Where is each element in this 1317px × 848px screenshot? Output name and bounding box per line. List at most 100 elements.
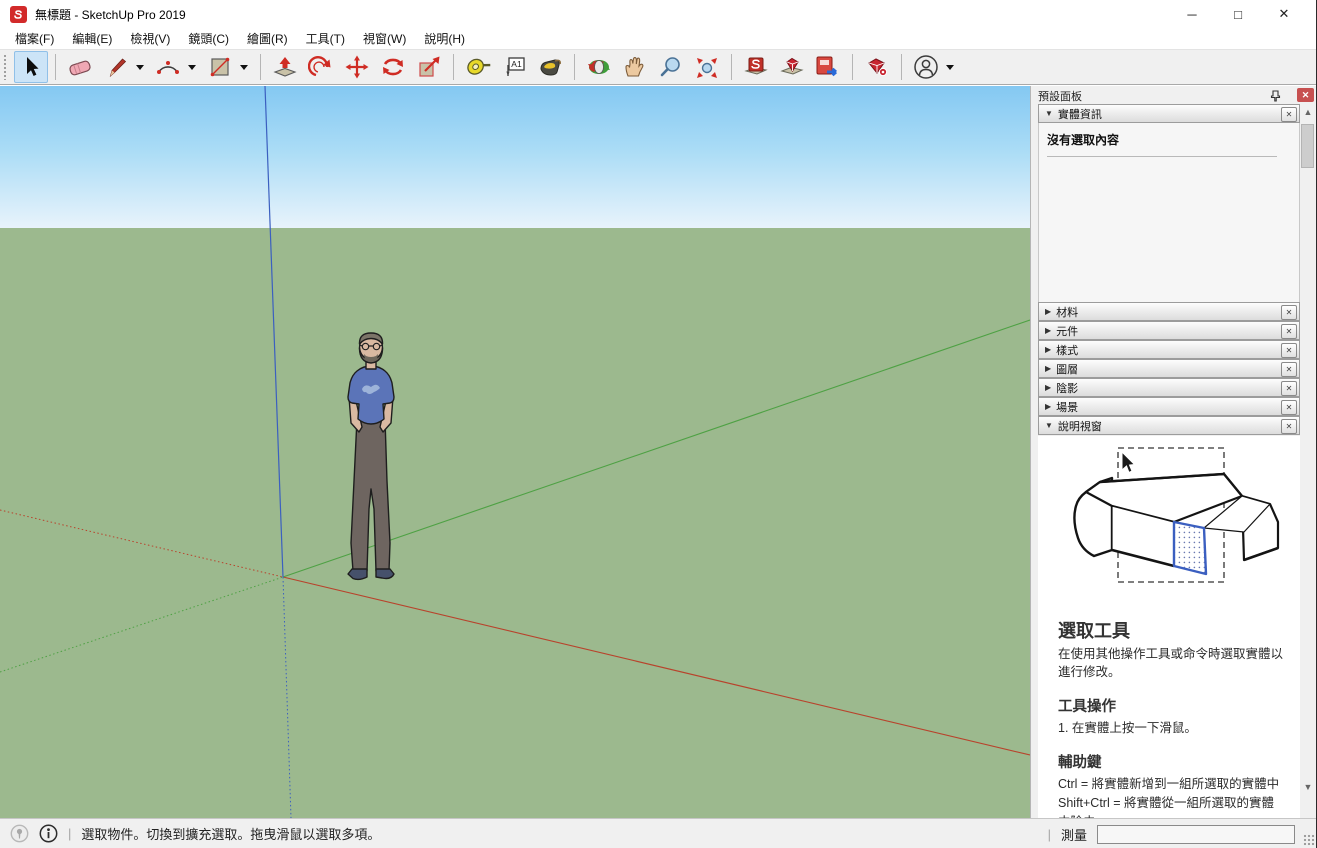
- section-close-button[interactable]: ✕: [1281, 324, 1297, 339]
- menu-file[interactable]: 檔案(F): [6, 28, 63, 49]
- arc-tool-button[interactable]: [151, 51, 185, 83]
- minimize-button[interactable]: ─: [1169, 0, 1215, 28]
- status-separator: |: [68, 826, 71, 841]
- expand-arrow-icon: ▶: [1045, 326, 1051, 335]
- section-close-button[interactable]: ✕: [1281, 381, 1297, 396]
- toolbar-drag-handle[interactable]: [3, 54, 8, 80]
- offset-tool-button[interactable]: [304, 51, 338, 83]
- move-tool-button[interactable]: [340, 51, 374, 83]
- section-close-button[interactable]: ✕: [1281, 305, 1297, 320]
- scale-tool-button[interactable]: [412, 51, 446, 83]
- collapse-arrow-icon: ▼: [1045, 109, 1053, 118]
- menu-draw[interactable]: 繪圖(R): [238, 28, 297, 49]
- push-pull-icon: [272, 55, 298, 79]
- selected-face: [1174, 522, 1206, 574]
- scale-figure-person: [348, 333, 394, 579]
- section-close-button[interactable]: ✕: [1281, 107, 1297, 122]
- eraser-tool-button[interactable]: [63, 51, 97, 83]
- select-tool-illustration: [1038, 436, 1300, 604]
- sketchup-window: 無標題 - SketchUp Pro 2019 ─ □ ✕ 檔案(F) 編輯(E…: [0, 0, 1317, 848]
- getting-started-toolbar: A1: [0, 49, 1317, 85]
- expand-arrow-icon: ▶: [1045, 345, 1051, 354]
- divider: [1047, 156, 1277, 157]
- share-model-button[interactable]: [811, 51, 845, 83]
- menu-camera[interactable]: 鏡頭(C): [179, 28, 238, 49]
- line-dropdown-arrow[interactable]: [136, 65, 144, 70]
- 3d-warehouse-icon: [743, 55, 769, 79]
- section-close-button[interactable]: ✕: [1281, 419, 1297, 434]
- tape-measure-tool-button[interactable]: [461, 51, 495, 83]
- rectangle-tool-button[interactable]: [203, 51, 237, 83]
- arc-icon: [155, 55, 181, 79]
- section-label: 實體資訊: [1058, 106, 1102, 122]
- paint-bucket-tool-button[interactable]: [533, 51, 567, 83]
- section-materials-header[interactable]: ▶ 材料 ✕: [1038, 302, 1300, 321]
- instructor-modifier-line-1: Ctrl = 將實體新增到一組所選取的實體中: [1058, 775, 1286, 794]
- expand-arrow-icon: ▶: [1045, 383, 1051, 392]
- geolocation-icon[interactable]: [10, 824, 29, 843]
- menu-view[interactable]: 檢視(V): [121, 28, 179, 49]
- no-selection-message: 沒有選取內容: [1039, 123, 1299, 148]
- rotate-tool-button[interactable]: [376, 51, 410, 83]
- text-tool-button[interactable]: A1: [497, 51, 531, 83]
- pan-tool-button[interactable]: [618, 51, 652, 83]
- menu-edit[interactable]: 編輯(E): [63, 28, 121, 49]
- section-shadows-header[interactable]: ▶ 陰影 ✕: [1038, 378, 1300, 397]
- default-tray-panel: 預設面板 ✕ ▼ 實體資訊 ✕ 沒有選取內容 ▶ 材料 ✕ ▶ 元件 ✕ ▶ 樣…: [1030, 86, 1317, 818]
- section-close-button[interactable]: ✕: [1281, 343, 1297, 358]
- collapse-arrow-icon: ▼: [1045, 421, 1053, 430]
- credits-info-icon[interactable]: [39, 824, 58, 843]
- scroll-up-arrow-icon[interactable]: ▲: [1300, 104, 1316, 120]
- extension-warehouse-icon: [779, 55, 805, 79]
- window-title: 無標題 - SketchUp Pro 2019: [35, 6, 186, 23]
- section-label: 陰影: [1056, 380, 1078, 396]
- sign-in-button[interactable]: [909, 51, 943, 83]
- sign-in-dropdown-arrow[interactable]: [946, 65, 954, 70]
- maximize-button[interactable]: □: [1215, 0, 1261, 28]
- section-label: 說明視窗: [1058, 418, 1102, 434]
- resize-grip[interactable]: [1303, 834, 1315, 846]
- scroll-down-arrow-icon[interactable]: ▼: [1300, 779, 1316, 795]
- section-instructor-header[interactable]: ▼ 說明視窗 ✕: [1038, 416, 1300, 435]
- zoom-tool-button[interactable]: [654, 51, 688, 83]
- expand-arrow-icon: ▶: [1045, 307, 1051, 316]
- rectangle-dropdown-arrow[interactable]: [240, 65, 248, 70]
- select-tool-button[interactable]: [14, 51, 48, 83]
- menu-help[interactable]: 說明(H): [415, 28, 474, 49]
- modeling-viewport[interactable]: [0, 86, 1030, 818]
- scrollbar-thumb[interactable]: [1301, 124, 1314, 168]
- tray-close-button[interactable]: ✕: [1297, 88, 1314, 102]
- instructor-modifier-heading: 輔助鍵: [1058, 751, 1286, 772]
- section-close-button[interactable]: ✕: [1281, 362, 1297, 377]
- 3d-warehouse-button[interactable]: [739, 51, 773, 83]
- tray-title: 預設面板: [1038, 88, 1082, 104]
- measurements-input[interactable]: [1097, 825, 1295, 844]
- panel-scrollbar[interactable]: ▲ ▼: [1300, 104, 1316, 817]
- expand-arrow-icon: ▶: [1045, 364, 1051, 373]
- menu-tools[interactable]: 工具(T): [297, 28, 354, 49]
- section-close-button[interactable]: ✕: [1281, 400, 1297, 415]
- green-axis-solid: [283, 320, 1030, 577]
- line-tool-button[interactable]: [99, 51, 133, 83]
- push-pull-tool-button[interactable]: [268, 51, 302, 83]
- rectangle-icon: [208, 55, 232, 79]
- menu-window[interactable]: 視窗(W): [354, 28, 415, 49]
- pencil-icon: [104, 55, 128, 79]
- section-layers-header[interactable]: ▶ 圖層 ✕: [1038, 359, 1300, 378]
- measurements-label: 測量: [1061, 825, 1087, 844]
- close-button[interactable]: ✕: [1261, 0, 1307, 28]
- extension-warehouse-button[interactable]: [775, 51, 809, 83]
- blue-axis-solid: [265, 86, 283, 577]
- arc-dropdown-arrow[interactable]: [188, 65, 196, 70]
- section-components-header[interactable]: ▶ 元件 ✕: [1038, 321, 1300, 340]
- instructor-modifier-line-2: Shift+Ctrl = 將實體從一組所選取的實體中除去: [1058, 794, 1286, 818]
- extension-manager-button[interactable]: [860, 51, 894, 83]
- instructor-description: 在使用其他操作工具或命令時選取實體以進行修改。: [1058, 645, 1286, 681]
- orbit-tool-button[interactable]: [582, 51, 616, 83]
- scene-graphics: [0, 86, 1030, 818]
- scale-icon: [417, 55, 441, 79]
- section-scenes-header[interactable]: ▶ 場景 ✕: [1038, 397, 1300, 416]
- section-entity-info-header[interactable]: ▼ 實體資訊 ✕: [1038, 104, 1300, 123]
- section-styles-header[interactable]: ▶ 樣式 ✕: [1038, 340, 1300, 359]
- zoom-extents-tool-button[interactable]: [690, 51, 724, 83]
